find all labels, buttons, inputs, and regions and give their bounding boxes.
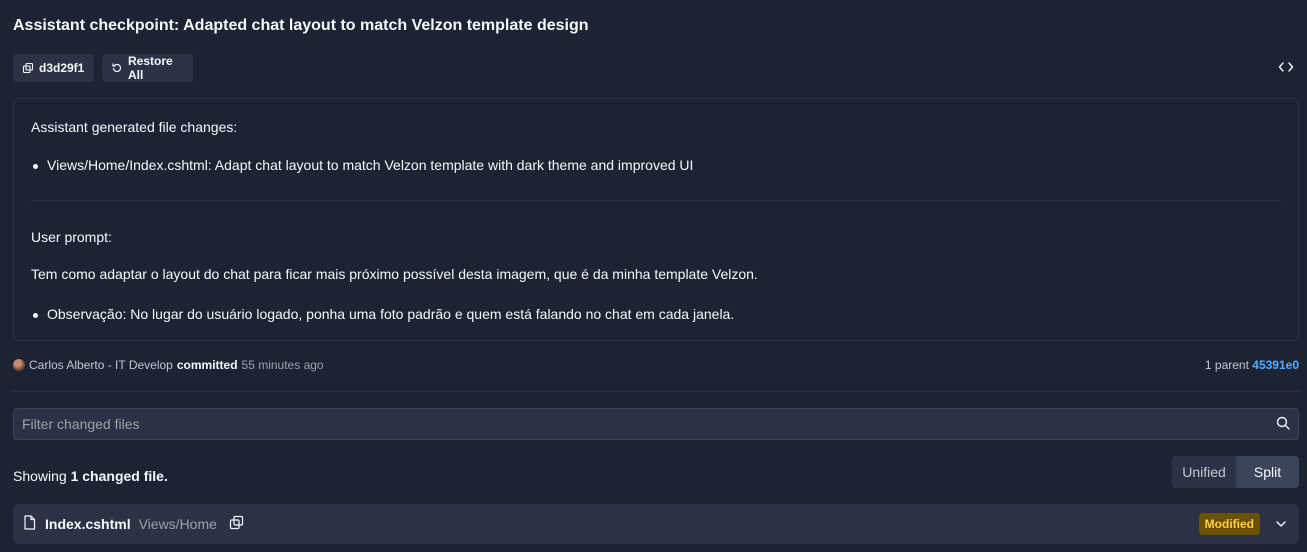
assistant-heading: Assistant generated file changes: [31,119,238,135]
commit-verb: committed [176,358,238,372]
assistant-change-item: Views/Home/Index.cshtml: Adapt chat layo… [31,157,693,173]
restore-all-button[interactable]: Restore All [102,54,193,82]
commit-info: Carlos Alberto - IT Develop committed 55… [13,358,324,372]
commit-copy-icon [22,62,34,74]
commit-hash-button[interactable]: d3d29f1 [13,54,94,82]
parent-info: 1 parent 45391e0 [1205,358,1299,372]
unified-view-button[interactable]: Unified [1172,456,1236,488]
status-badge: Modified [1198,513,1260,535]
diff-view-toggle: Unified Split [1172,456,1299,488]
code-view-button[interactable] [1275,58,1297,78]
message-divider [31,200,1281,201]
file-icon [23,515,36,533]
page-title: Assistant checkpoint: Adapted chat layou… [13,17,589,34]
changed-file-row[interactable]: Index.cshtml Views/Home Modified [13,504,1299,544]
parent-label: 1 parent [1204,358,1249,372]
file-path: Views/Home [138,516,217,532]
user-prompt-item: Observação: No lugar do usuário logado, … [31,306,734,322]
file-name[interactable]: Index.cshtml [45,516,131,532]
commit-time: 55 minutes ago [241,358,324,372]
copy-icon [229,515,244,533]
filter-changed-files-input[interactable] [22,416,1276,432]
search-icon[interactable] [1276,416,1290,433]
split-view-button[interactable]: Split [1236,456,1299,488]
expand-file-button[interactable] [1275,517,1287,534]
restore-all-label: Restore All [128,54,173,82]
copy-path-button[interactable] [229,515,244,533]
summary-count: 1 changed file. [70,468,168,484]
commit-message-box: Assistant generated file changes: Views/… [13,98,1299,341]
filter-box [13,408,1299,440]
changed-files-summary: Showing 1 changed file. [13,468,168,484]
chevron-down-icon [1275,518,1287,534]
restore-icon [111,62,123,74]
parent-hash-link[interactable]: 45391e0 [1252,358,1299,372]
commit-hash: d3d29f1 [39,61,85,75]
section-divider [13,391,1299,392]
user-prompt-text: Tem como adaptar o layout do chat para f… [31,266,758,282]
summary-prefix: Showing [13,468,67,484]
avatar [13,359,25,371]
code-icon [1278,60,1294,76]
user-heading: User prompt: [31,229,112,245]
commit-author[interactable]: Carlos Alberto - IT Develop [29,358,173,372]
